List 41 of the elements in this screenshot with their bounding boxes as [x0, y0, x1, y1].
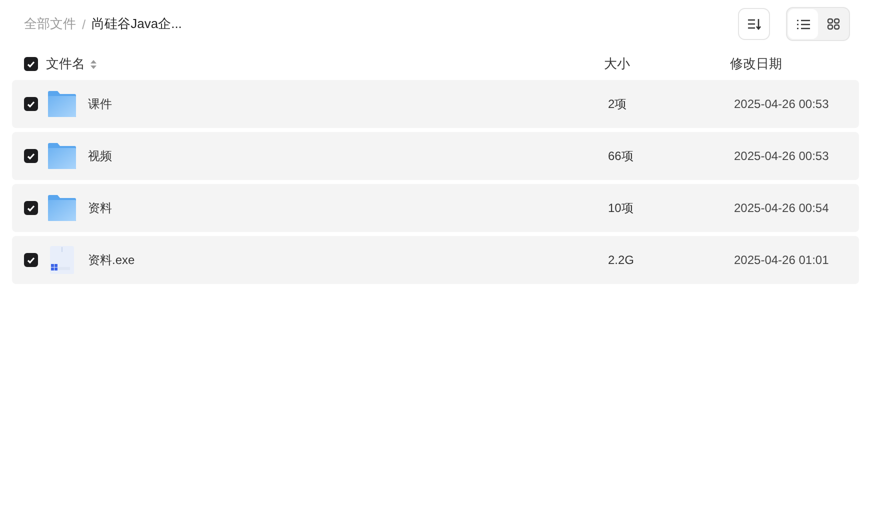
- row-checkbox[interactable]: [24, 253, 38, 267]
- sort-button[interactable]: [738, 8, 770, 40]
- row-checkbox[interactable]: [24, 149, 38, 163]
- list-icon: [796, 18, 810, 30]
- file-row[interactable]: 课件 2项 2025-04-26 00:53: [12, 80, 859, 128]
- sort-icon: [747, 18, 761, 30]
- file-size: 2.2G: [608, 253, 636, 267]
- file-name[interactable]: 视频: [88, 148, 608, 164]
- list-view-button[interactable]: [788, 9, 818, 39]
- file-size: 2项: [608, 96, 628, 112]
- file-size: 10项: [608, 200, 634, 216]
- breadcrumb-item: 尚硅谷Java企...: [92, 15, 182, 33]
- column-header[interactable]: 文件名: [46, 55, 97, 73]
- file-name[interactable]: 资料: [88, 200, 608, 216]
- column-header[interactable]: 修改日期: [730, 55, 782, 73]
- check-icon: [27, 100, 35, 108]
- modified-date: 2025-04-26 01:01: [734, 253, 829, 267]
- folder-icon: [47, 90, 77, 118]
- modified-date: 2025-04-26 00:53: [734, 149, 829, 163]
- modified-date: 2025-04-26 00:53: [734, 97, 829, 111]
- breadcrumb-separator: /: [82, 16, 86, 32]
- sort-arrows-icon: [90, 58, 97, 70]
- row-checkbox[interactable]: [24, 97, 38, 111]
- column-header[interactable]: 大小: [604, 55, 630, 73]
- folder-icon: [47, 142, 77, 170]
- file-row[interactable]: 资料 10项 2025-04-26 00:54: [12, 184, 859, 232]
- file-size: 66项: [608, 148, 634, 164]
- select-all-checkbox[interactable]: [24, 57, 38, 71]
- folder-icon: [47, 194, 77, 222]
- grid-icon: [826, 18, 840, 30]
- file-name[interactable]: 资料.exe: [88, 252, 608, 268]
- file-row[interactable]: 资料.exe 2.2G 2025-04-26 01:01: [12, 236, 859, 284]
- check-icon: [27, 204, 35, 212]
- check-icon: [27, 152, 35, 160]
- check-icon: [27, 256, 35, 264]
- application-file-icon: [47, 245, 77, 275]
- modified-date: 2025-04-26 00:54: [734, 201, 829, 215]
- file-name[interactable]: 课件: [88, 96, 608, 112]
- row-checkbox[interactable]: [24, 201, 38, 215]
- check-icon: [27, 60, 35, 68]
- file-row[interactable]: 视频 66项 2025-04-26 00:53: [12, 132, 859, 180]
